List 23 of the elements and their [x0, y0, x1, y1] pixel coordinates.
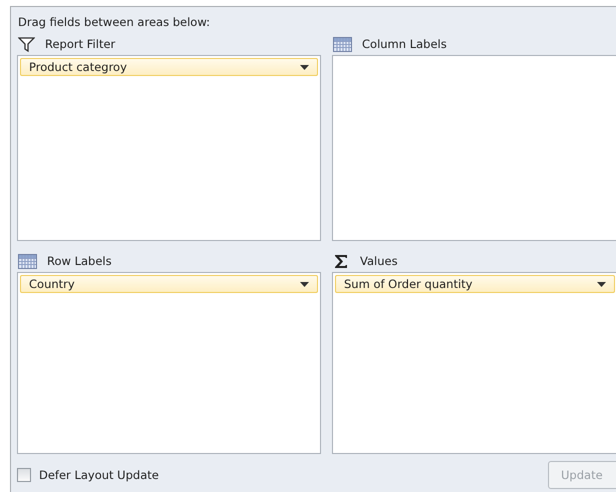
table-icon — [333, 36, 352, 52]
dropdown-arrow-icon — [597, 282, 606, 286]
area-title: Report Filter — [45, 37, 116, 51]
area-title: Values — [360, 254, 398, 268]
field-label: Sum of Order quantity — [344, 277, 472, 291]
filter-icon — [18, 36, 35, 52]
dropdown-arrow-icon — [300, 64, 309, 70]
field-item[interactable]: Sum of Order quantity — [335, 275, 615, 293]
dropdown-arrow-icon — [300, 282, 309, 286]
area-title: Row Labels — [47, 254, 112, 268]
field-label: Country — [29, 277, 75, 291]
checkbox-label: Defer Layout Update — [39, 468, 159, 482]
drop-area[interactable]: Sum of Order quantity — [332, 272, 616, 454]
drop-area[interactable]: Country — [17, 272, 321, 454]
sigma-icon — [333, 254, 350, 268]
drop-area[interactable]: Product categroy — [17, 55, 321, 241]
instruction-text: Drag fields between areas below: — [18, 14, 211, 31]
checkbox[interactable] — [17, 468, 31, 482]
field-item[interactable]: Country — [20, 275, 318, 293]
area-title: Column Labels — [362, 37, 447, 51]
field-label: Product categroy — [29, 60, 127, 74]
field-item[interactable]: Product categroy — [20, 58, 318, 76]
table-icon — [18, 254, 37, 268]
